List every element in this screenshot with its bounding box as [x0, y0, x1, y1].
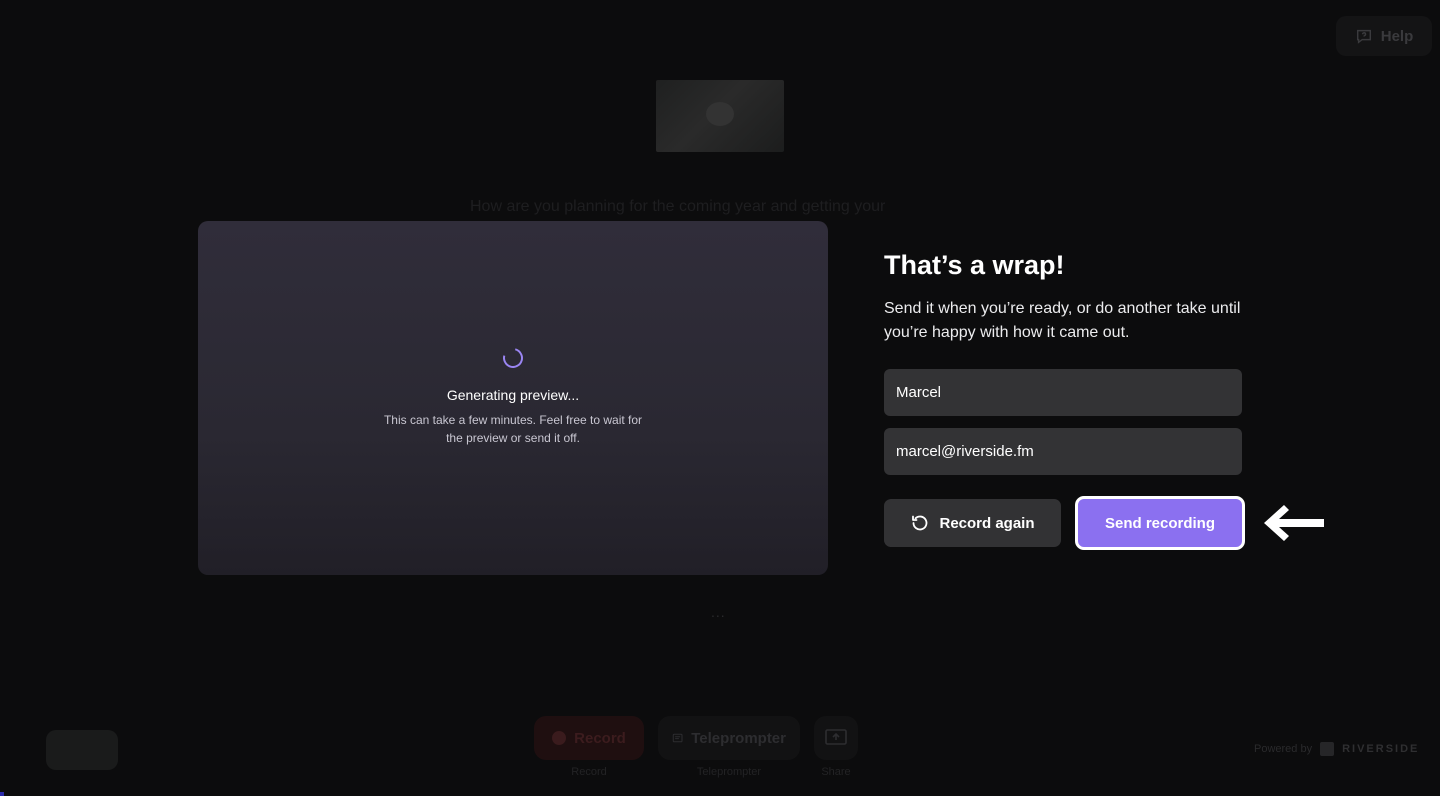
powered-by: Powered by RIVERSIDE — [1254, 742, 1419, 756]
name-field[interactable] — [884, 369, 1242, 416]
teleprompter-button-label: Teleprompter — [691, 729, 786, 747]
page-description: Send it when you’re ready, or do another… — [884, 300, 1241, 341]
powered-by-text: Powered by — [1254, 743, 1313, 755]
record-tool: Record Record — [534, 716, 644, 778]
record-caption: Record — [571, 766, 607, 778]
refresh-icon — [912, 515, 928, 531]
question-text: How are you planning for the coming year… — [470, 198, 886, 215]
record-button[interactable]: Record — [534, 716, 644, 760]
riverside-logo-icon — [1320, 742, 1335, 756]
record-again-label: Record again — [939, 514, 1035, 532]
help-chat-icon — [1356, 29, 1371, 44]
teleprompter-button[interactable]: Teleprompter — [658, 716, 800, 760]
pointer-arrow-icon — [1264, 505, 1324, 541]
teleprompter-icon — [672, 733, 683, 743]
share-caption: Share — [821, 766, 851, 778]
brand-name: RIVERSIDE — [1342, 743, 1420, 755]
help-label: Help — [1380, 27, 1414, 45]
loading-spinner-icon — [499, 344, 527, 372]
camera-thumbnail[interactable] — [46, 730, 118, 770]
record-button-label: Record — [574, 729, 626, 747]
email-field[interactable] — [884, 428, 1242, 475]
frame-corner — [0, 792, 4, 796]
help-button[interactable]: Help — [1336, 16, 1432, 56]
bottom-toolbar: Record Record Teleprompter Teleprompter … — [534, 716, 858, 778]
preview-subtitle: This can take a few minutes. Feel free t… — [383, 413, 643, 445]
share-tool: Share — [814, 716, 858, 778]
page-title: That’s a wrap! — [884, 250, 1065, 280]
preview-title: Generating preview... — [446, 387, 580, 403]
share-screen-icon — [825, 729, 847, 745]
record-again-button[interactable]: Record again — [884, 499, 1061, 547]
question-thumbnail — [656, 80, 784, 152]
teleprompter-caption: Teleprompter — [696, 766, 762, 778]
video-preview-panel: Generating preview... This can take a fe… — [198, 221, 828, 575]
share-screen-button[interactable] — [814, 716, 858, 760]
send-recording-label: Send recording — [1104, 514, 1216, 532]
record-dot-icon — [552, 731, 567, 745]
ellipsis-indicator: ... — [711, 604, 726, 620]
teleprompter-tool: Teleprompter Teleprompter — [658, 716, 800, 778]
send-recording-button[interactable]: Send recording — [1075, 496, 1245, 550]
